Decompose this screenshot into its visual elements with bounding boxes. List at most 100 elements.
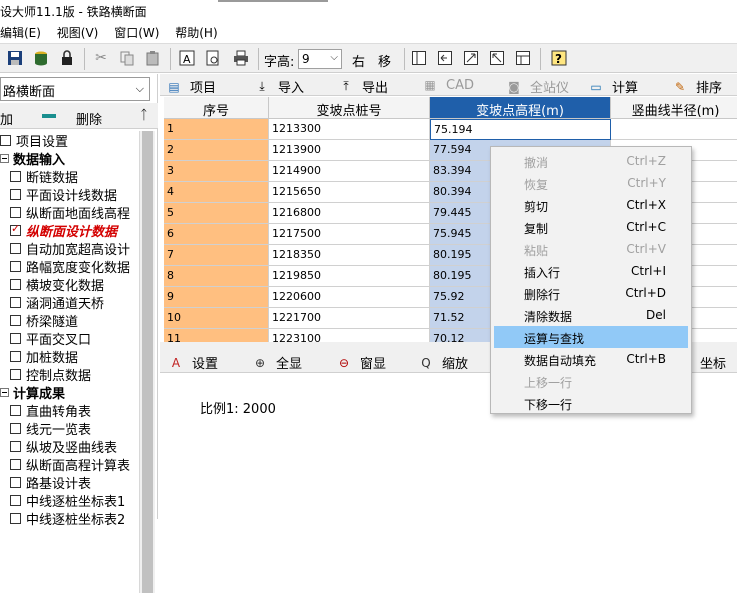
checkbox[interactable] bbox=[10, 170, 21, 182]
project-type-select[interactable]: 路横断面 ⌵ bbox=[0, 77, 150, 101]
tree-item[interactable]: 自动加宽超高设计 bbox=[10, 239, 130, 258]
context-menu-item[interactable]: 上移一行 bbox=[494, 370, 688, 392]
grid-cell[interactable]: 10 bbox=[164, 308, 269, 329]
grid-cell[interactable]: 6 bbox=[164, 224, 269, 245]
grid-cell[interactable]: 5 bbox=[164, 203, 269, 224]
help-icon[interactable]: ? bbox=[550, 49, 568, 67]
drawing-tool-2[interactable]: ⊖ 窗显 bbox=[336, 353, 386, 373]
context-menu-item[interactable]: 复制 Ctrl+C bbox=[494, 216, 688, 238]
menu-window[interactable]: 窗口(W) bbox=[114, 22, 159, 41]
column-header[interactable]: 竖曲线半径(m) bbox=[611, 97, 737, 119]
menu-edit[interactable]: 编辑(E) bbox=[0, 22, 41, 41]
grid-cell[interactable]: 75.194 bbox=[430, 119, 611, 140]
tree-item[interactable]: 桥梁隧道 bbox=[10, 311, 78, 330]
database-icon[interactable] bbox=[32, 49, 50, 67]
grid-tool-1[interactable]: ⤓ 导入 bbox=[254, 77, 304, 96]
checkbox[interactable] bbox=[10, 404, 21, 416]
column-header[interactable]: 变坡点高程(m) bbox=[430, 97, 611, 119]
grid-tool-5[interactable]: ▭ 计算 bbox=[588, 77, 638, 97]
left-scrollbar[interactable] bbox=[139, 131, 155, 593]
drawing-tool-0[interactable]: A 设置 bbox=[168, 353, 218, 373]
grid-cell[interactable]: 1217500 bbox=[269, 224, 430, 245]
column-header[interactable]: 序号 bbox=[164, 97, 269, 119]
tree-item[interactable]: 线元一览表 bbox=[10, 419, 91, 438]
tree-item[interactable]: 纵断面设计数据 bbox=[10, 221, 117, 240]
tree-item[interactable]: 路幅宽度变化数据 bbox=[10, 257, 130, 276]
checkbox[interactable] bbox=[10, 206, 21, 218]
grid-cell[interactable]: 1216800 bbox=[269, 203, 430, 224]
add-button[interactable]: 加 bbox=[0, 109, 13, 128]
pin-icon[interactable]: ᛏ bbox=[140, 108, 148, 123]
preview-icon[interactable] bbox=[204, 49, 222, 67]
tree-item[interactable]: 直曲转角表 bbox=[10, 401, 91, 420]
align-left-icon[interactable] bbox=[436, 49, 454, 67]
resize-icon[interactable] bbox=[462, 49, 480, 67]
tree-item[interactable]: 平面交叉口 bbox=[10, 329, 91, 348]
tree-item[interactable]: 数据输入 bbox=[0, 149, 65, 168]
tree-item[interactable]: 纵断面地面线高程 bbox=[10, 203, 130, 222]
grid-tool-3[interactable]: ▦ CAD bbox=[422, 77, 474, 93]
context-menu-item[interactable]: 清除数据 Del bbox=[494, 304, 688, 326]
layout-icon[interactable] bbox=[514, 49, 532, 67]
scrollbar-thumb[interactable] bbox=[142, 131, 153, 593]
tree-item[interactable]: 路基设计表 bbox=[10, 473, 91, 492]
checkbox[interactable] bbox=[10, 350, 21, 362]
grid-cell[interactable]: 1214900 bbox=[269, 161, 430, 182]
checkbox[interactable] bbox=[10, 476, 21, 488]
minus-icon[interactable] bbox=[42, 114, 56, 118]
print-icon[interactable] bbox=[232, 49, 250, 67]
checkbox[interactable] bbox=[10, 458, 21, 470]
delete-button[interactable]: 删除 bbox=[76, 109, 102, 128]
grid-cell[interactable]: 1220600 bbox=[269, 287, 430, 308]
context-menu-item[interactable]: 运算与查找 bbox=[494, 326, 688, 348]
lock-icon[interactable] bbox=[58, 49, 76, 67]
grid-cell[interactable]: 1215650 bbox=[269, 182, 430, 203]
collapse-icon[interactable] bbox=[0, 153, 9, 163]
checkbox[interactable] bbox=[10, 494, 21, 506]
grid-tool-0[interactable]: ▤ 项目 bbox=[166, 77, 216, 97]
grid-cell[interactable]: 1223100 bbox=[269, 329, 430, 342]
menu-view[interactable]: 视图(V) bbox=[57, 22, 99, 41]
paste-icon[interactable] bbox=[144, 49, 162, 67]
checkbox[interactable] bbox=[10, 512, 21, 524]
drawing-tool-1[interactable]: ⊕ 全显 bbox=[252, 353, 302, 373]
checkbox[interactable] bbox=[10, 422, 21, 434]
checkbox[interactable] bbox=[10, 242, 21, 254]
save-icon[interactable] bbox=[6, 49, 24, 67]
grid-cell[interactable]: 9 bbox=[164, 287, 269, 308]
tree-item[interactable]: 加桩数据 bbox=[10, 347, 78, 366]
font-height-select[interactable]: 9 ⌵ bbox=[298, 49, 342, 69]
context-menu-item[interactable]: 数据自动填充 Ctrl+B bbox=[494, 348, 688, 370]
align-right-button[interactable]: 右 bbox=[352, 51, 365, 70]
frame-icon[interactable] bbox=[410, 49, 428, 67]
checkbox[interactable] bbox=[10, 440, 21, 452]
grid-cell[interactable]: 1218350 bbox=[269, 245, 430, 266]
checkbox[interactable] bbox=[10, 188, 21, 200]
grid-cell[interactable]: 1213900 bbox=[269, 140, 430, 161]
context-menu-item[interactable]: 恢复 Ctrl+Y bbox=[494, 172, 688, 194]
context-menu-item[interactable]: 剪切 Ctrl+X bbox=[494, 194, 688, 216]
checkbox[interactable] bbox=[0, 134, 11, 146]
grid-cell[interactable] bbox=[611, 119, 737, 140]
drawing-tool-4[interactable]: 坐标 bbox=[700, 353, 726, 372]
tree-item[interactable]: 计算成果 bbox=[0, 383, 65, 402]
cut-icon[interactable]: ✂ bbox=[92, 49, 110, 67]
checkbox[interactable] bbox=[10, 222, 21, 236]
context-menu-item[interactable]: 删除行 Ctrl+D bbox=[494, 282, 688, 304]
menu-help[interactable]: 帮助(H) bbox=[175, 22, 217, 41]
grid-cell[interactable]: 11 bbox=[164, 329, 269, 342]
tree-item[interactable]: 项目设置 bbox=[0, 131, 68, 150]
grid-tool-2[interactable]: ⤒ 导出 bbox=[338, 77, 388, 96]
tree-item[interactable]: 纵断面高程计算表 bbox=[10, 455, 130, 474]
shrink-icon[interactable] bbox=[488, 49, 506, 67]
tree-item[interactable]: 涵洞通道天桥 bbox=[10, 293, 104, 312]
tree-item[interactable]: 横坡变化数据 bbox=[10, 275, 104, 294]
grid-cell[interactable]: 3 bbox=[164, 161, 269, 182]
move-button[interactable]: 移 bbox=[378, 51, 391, 70]
context-menu-item[interactable]: 撤消 Ctrl+Z bbox=[494, 150, 688, 172]
checkbox[interactable] bbox=[10, 296, 21, 308]
context-menu-item[interactable]: 插入行 Ctrl+I bbox=[494, 260, 688, 282]
checkbox[interactable] bbox=[10, 332, 21, 344]
checkbox[interactable] bbox=[10, 368, 21, 380]
tree-item[interactable]: 中线逐桩坐标表2 bbox=[10, 509, 125, 528]
